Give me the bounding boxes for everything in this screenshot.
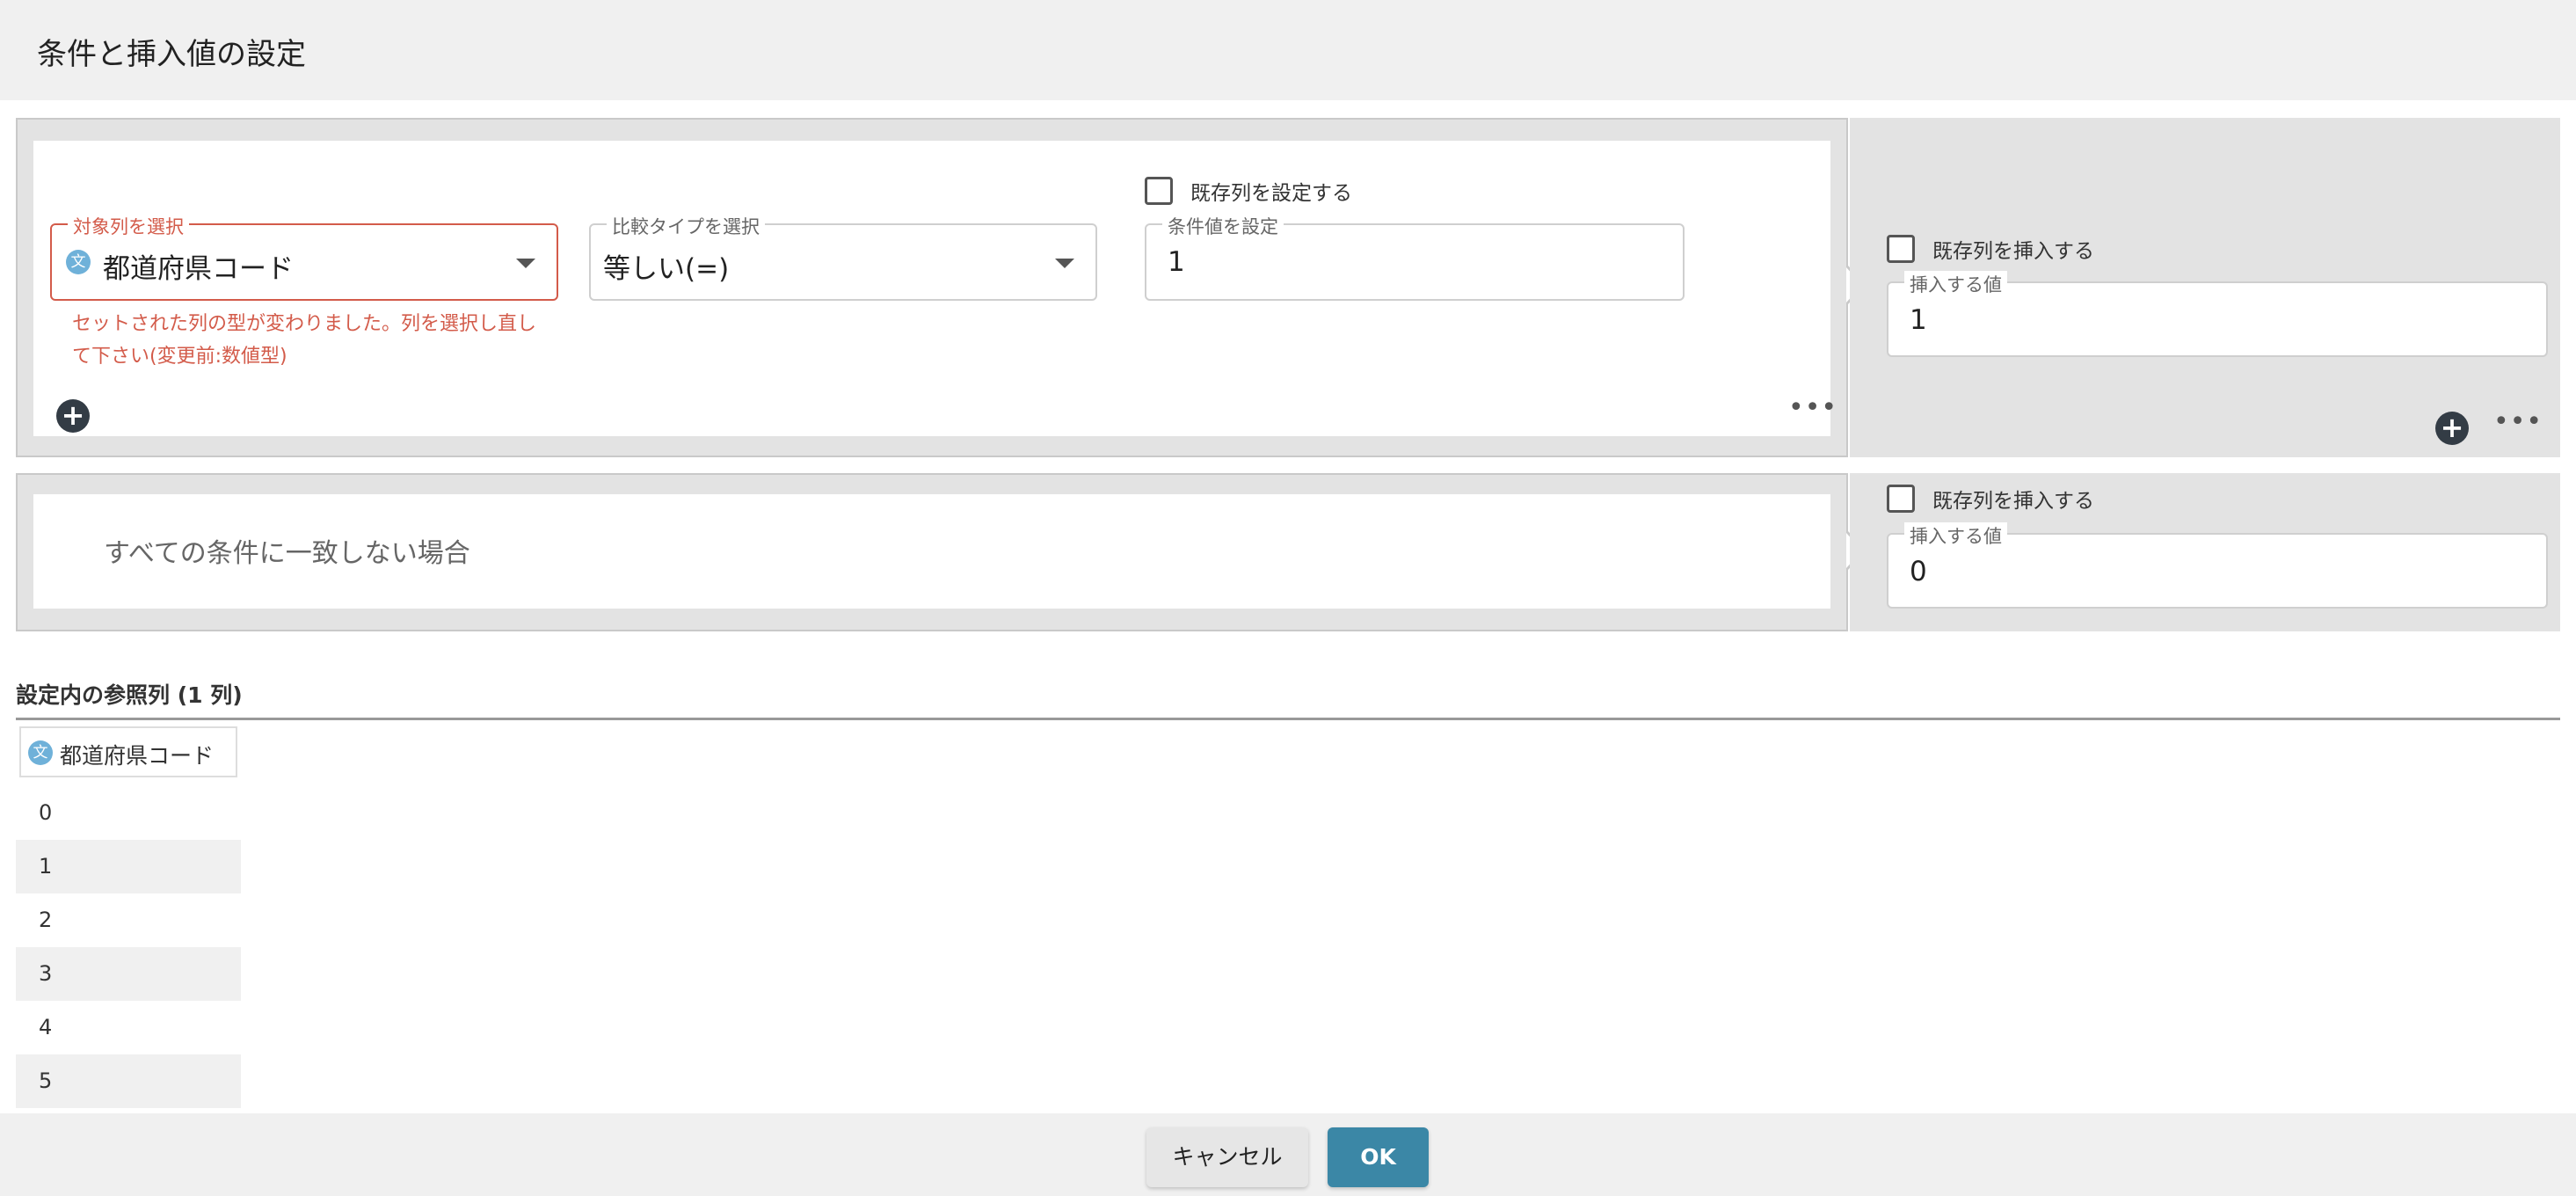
else-insert-existing-checkbox[interactable] [1887,485,1915,513]
chevron-down-icon [516,259,535,268]
set-existing-column-checkbox-row[interactable]: 既存列を設定する [1145,176,1352,206]
else-card: すべての条件に一致しない場合 [33,494,1830,609]
insert-existing-checkbox-row[interactable]: 既存列を挿入する [1887,234,2094,264]
table-row: 3 [16,947,241,1001]
table-row: 0 [16,786,241,840]
else-insert-value: 0 [1910,556,1927,587]
else-insert-panel: 既存列を挿入する 挿入する値 0 [1850,473,2560,631]
else-insert-existing-checkbox-row[interactable]: 既存列を挿入する [1887,484,2094,514]
else-panel: すべての条件に一致しない場合 [16,473,1866,631]
target-column-value: 都道府県コード [103,253,294,285]
else-insert-value-input[interactable]: 挿入する値 0 [1887,522,2548,609]
table-row: 1 [16,840,241,893]
insert-panel: 既存列を挿入する 挿入する値 1 + ••• [1850,118,2560,457]
dialog-footer: キャンセル OK [0,1113,2576,1196]
cancel-button[interactable]: キャンセル [1146,1127,1308,1187]
add-condition-button[interactable]: + [56,399,90,433]
condition-value-input[interactable]: 条件値を設定 1 [1145,213,1685,301]
error-message: セットされた列の型が変わりました。列を選択し直し て下さい(変更前:数値型) [72,308,536,373]
set-existing-column-checkbox[interactable] [1145,177,1173,205]
table-row: 4 [16,1001,241,1054]
table-cell: 4 [39,1015,53,1039]
table-row: 2 [16,893,241,947]
condition-panel: 対象列を選択 文 都道府県コード セットされた列の型が変わりました。列を選択し直… [16,118,1866,457]
compare-type-value: 等しい(=) [603,253,730,285]
insert-existing-checkbox[interactable] [1887,235,1915,263]
condition-value-legend: 条件値を設定 [1162,213,1284,239]
else-insert-value-legend: 挿入する値 [1904,522,2007,549]
else-insert-existing-label: 既存列を挿入する [1932,490,2094,513]
error-line: て下さい(変更前:数値型) [72,346,287,368]
condition-rule: 対象列を選択 文 都道府県コード セットされた列の型が変わりました。列を選択し直… [16,118,2560,457]
table-cell: 0 [39,800,53,825]
set-existing-column-label: 既存列を設定する [1190,182,1352,205]
condition-card: 対象列を選択 文 都道府県コード セットされた列の型が変わりました。列を選択し直… [33,141,1837,436]
dialog-title: 条件と挿入値の設定 [37,37,306,72]
insert-value: 1 [1910,304,1927,336]
table-row: 5 [16,1054,241,1108]
insert-value-input[interactable]: 挿入する値 1 [1887,271,2548,357]
insert-value-legend: 挿入する値 [1904,271,2007,297]
table-cell: 2 [39,908,53,932]
dialog-content: 対象列を選択 文 都道府県コード セットされた列の型が変わりました。列を選択し直… [0,100,2576,1113]
divider [16,718,2560,720]
table-cell: 3 [39,961,53,986]
table-cell: 1 [39,854,53,879]
compare-type-legend: 比較タイプを選択 [607,213,765,239]
error-line: セットされた列の型が変わりました。列を選択し直し [72,313,537,335]
condition-value: 1 [1168,246,1185,278]
table-cell: 5 [39,1068,53,1093]
else-label: すべての条件に一致しない場合 [104,538,470,569]
more-options-icon[interactable]: ••• [2493,409,2543,435]
chevron-down-icon [1055,259,1074,268]
insert-existing-label: 既存列を挿入する [1932,240,2094,263]
target-column-select[interactable]: 対象列を選択 文 都道府県コード [50,213,558,301]
reference-title: 設定内の参照列 (1 列) [16,682,243,708]
ok-button[interactable]: OK [1328,1127,1429,1187]
more-options-icon[interactable]: ••• [1788,395,1837,421]
dialog-header: 条件と挿入値の設定 [0,0,2576,100]
reference-column-name: 都道府県コード [60,743,215,769]
string-type-icon: 文 [28,740,53,765]
reference-column-header: 文 都道府県コード [19,726,237,777]
target-column-legend: 対象列を選択 [68,213,189,239]
compare-type-select[interactable]: 比較タイプを選択 等しい(=) [589,213,1097,301]
string-type-icon: 文 [66,250,91,274]
else-rule: すべての条件に一致しない場合 既存列を挿入する 挿入する値 0 [16,473,2560,631]
add-insert-button[interactable]: + [2435,412,2469,445]
